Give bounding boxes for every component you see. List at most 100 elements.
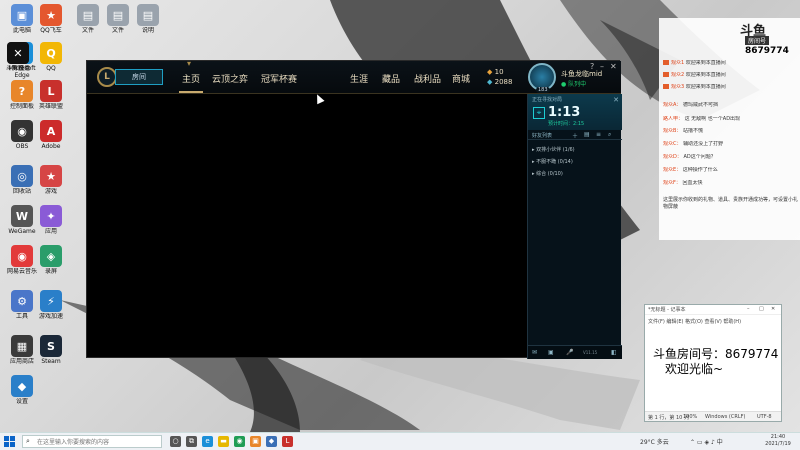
missions-icon[interactable]: ▣ bbox=[548, 349, 554, 356]
chat-text: 这种操作了什么 bbox=[682, 167, 718, 173]
chat-username[interactable]: 观众3 bbox=[671, 84, 686, 90]
desktop-icon-label: QQ飞车 bbox=[40, 27, 62, 34]
desktop-icon[interactable]: A Adobe bbox=[33, 120, 69, 157]
taskbar-app-icon[interactable]: ◆ bbox=[266, 436, 277, 447]
chat-username[interactable]: 路人甲： bbox=[663, 116, 685, 122]
nav-tft[interactable]: 云顶之弈 bbox=[212, 72, 248, 85]
add-friend-icon[interactable]: ＋ bbox=[572, 131, 578, 140]
nav-store[interactable]: 商城 bbox=[452, 72, 470, 85]
chat-username[interactable]: 观众F： bbox=[663, 180, 682, 186]
windows-start-icon[interactable] bbox=[4, 436, 15, 447]
desktop-icon[interactable]: ✕ 剪映 bbox=[0, 42, 36, 79]
desktop-icon-label: 英雄联盟 bbox=[38, 103, 63, 110]
chat-text: AD这个问题？ bbox=[683, 154, 716, 160]
friend-group[interactable]: ▸ 综合 (0/10) bbox=[532, 170, 563, 177]
nav-clash[interactable]: 冠军杯赛 bbox=[261, 72, 297, 85]
rp-balance: ◆ 10 bbox=[487, 68, 504, 76]
chat-username[interactable]: 观众B： bbox=[663, 128, 683, 134]
chat-username[interactable]: 观众C： bbox=[663, 141, 683, 147]
chat-username[interactable]: 观众1 bbox=[671, 60, 686, 66]
desktop-icon-label: 录屏 bbox=[44, 268, 57, 275]
chat-username[interactable]: 观众A： bbox=[663, 102, 683, 108]
chat-text: 辅助还没上了打野 bbox=[683, 141, 724, 147]
mic-icon[interactable]: 🎤 bbox=[566, 349, 573, 356]
notepad-menu[interactable]: 文件(F) 编辑(E) 格式(O) 查看(V) 帮助(H) bbox=[648, 318, 741, 325]
app-icon: ◈ bbox=[40, 245, 62, 267]
user-badge-icon bbox=[663, 60, 669, 65]
room-number-label: 房间号 bbox=[745, 36, 770, 45]
close-icon[interactable]: ✕ bbox=[610, 62, 617, 71]
notepad-text-line[interactable]: 欢迎光临~ bbox=[665, 360, 723, 377]
chat-username[interactable]: 观众E： bbox=[663, 167, 683, 173]
help-icon[interactable]: ? bbox=[590, 62, 594, 71]
taskbar: ⌕ ○ ⧉ e ▬ ◉ ▣ ◆ L 29°C 多云 ⌃ ▭ ◈ ♪ 中 21:40 2021/… bbox=[0, 432, 800, 450]
search-icon[interactable]: ⌕ bbox=[608, 131, 611, 139]
profile-name: 斗鱼龙临mid bbox=[561, 70, 603, 78]
minimize-icon[interactable]: – bbox=[747, 306, 750, 312]
app-icon: ✦ bbox=[40, 205, 62, 227]
search-input[interactable] bbox=[37, 437, 159, 447]
friend-group[interactable]: ▸ 双排小伙伴 (1/6) bbox=[532, 146, 575, 153]
chevron-down-icon: ▾ bbox=[187, 59, 192, 68]
notepad-title-bar: *无标题 - 记事本 – □ ✕ bbox=[645, 305, 781, 315]
close-icon[interactable]: ✕ bbox=[771, 306, 775, 312]
line-ending: Windows (CRLF) bbox=[705, 414, 746, 420]
chat-message: 观众2 欢迎来到本直播间 bbox=[663, 72, 798, 78]
chat-text: 欢迎来到本直播间 bbox=[685, 72, 726, 78]
lol-client-window: L 房间 ▾ 主页 云顶之弈 冠军杯赛 生涯 藏品 战利品 商城 ◆ 10 ◆ … bbox=[86, 59, 622, 359]
nav-home[interactable]: 主页 bbox=[182, 72, 200, 85]
friend-group[interactable]: ▸ 不服不跪 (0/14) bbox=[532, 158, 573, 165]
chat-message: 观众1 欢迎来到本直播间 bbox=[663, 60, 798, 66]
chat-username[interactable]: 观众D： bbox=[663, 154, 683, 160]
nav-profile[interactable]: 生涯 bbox=[350, 72, 368, 85]
app-icon: A bbox=[40, 120, 62, 142]
app-icon: ★ bbox=[40, 165, 62, 187]
play-button[interactable]: 房间 bbox=[115, 69, 163, 85]
app-icon: Q bbox=[40, 42, 62, 64]
app-icon: ⚡ bbox=[40, 290, 62, 312]
desktop-icon[interactable]: ✦ 应用 bbox=[33, 205, 69, 242]
taskbar-app-icon[interactable]: ▣ bbox=[250, 436, 261, 447]
taskbar-app-icon[interactable]: ▬ bbox=[218, 436, 229, 447]
desktop-icon[interactable]: ◆ 设置 bbox=[4, 375, 40, 412]
queue-target-icon: ⌖ bbox=[533, 107, 545, 119]
app-icon: ✕ bbox=[7, 42, 29, 64]
settings-icon[interactable]: ◧ bbox=[611, 349, 617, 356]
taskbar-app-icon[interactable]: ⧉ bbox=[186, 436, 197, 447]
app-icon: ▤ bbox=[107, 4, 129, 26]
clock-time: 21:40 bbox=[770, 434, 786, 440]
desktop-icon[interactable]: Q QQ bbox=[33, 42, 69, 79]
desktop-icon[interactable]: ★ 游戏 bbox=[33, 165, 69, 202]
desktop-icon-label: 应用 bbox=[44, 228, 57, 235]
folder-icon[interactable]: ▤ bbox=[584, 131, 590, 138]
chat-message: 观众A： 德玛威武不可挡 bbox=[663, 102, 798, 108]
desktop-icon[interactable]: ⚡ 游戏加速 bbox=[33, 290, 69, 327]
app-icon: ◆ bbox=[11, 375, 33, 397]
app-icon: ▤ bbox=[77, 4, 99, 26]
taskbar-app-icon[interactable]: e bbox=[202, 436, 213, 447]
desktop-icon[interactable]: ◈ 录屏 bbox=[33, 245, 69, 282]
desktop-icon-label: Adobe bbox=[41, 143, 61, 150]
system-clock[interactable]: 21:40 2021/7/19 bbox=[760, 434, 796, 448]
be-balance: ◆ 2088 bbox=[487, 78, 513, 86]
list-icon[interactable]: ≡ bbox=[596, 131, 601, 138]
weather-widget[interactable]: 29°C 多云 bbox=[640, 437, 669, 446]
maximize-icon[interactable]: □ bbox=[759, 306, 764, 312]
mail-icon[interactable]: ✉ bbox=[532, 349, 537, 356]
chat-text: 欢迎来到本直播间 bbox=[685, 60, 726, 66]
desktop-icon[interactable]: ▤ 说明 bbox=[130, 4, 166, 41]
taskbar-app-icon[interactable]: L bbox=[282, 436, 293, 447]
cancel-queue-icon[interactable]: ✕ bbox=[613, 96, 619, 104]
taskbar-app-icon[interactable]: ○ bbox=[170, 436, 181, 447]
nav-loot[interactable]: 战利品 bbox=[414, 72, 441, 85]
queue-timer-panel: 正在寻找对局 ✕ ⌖ 1:13 预计时间：2:15 bbox=[528, 94, 622, 130]
taskbar-app-icon[interactable]: ◉ bbox=[234, 436, 245, 447]
taskbar-search[interactable]: ⌕ bbox=[22, 435, 162, 448]
desktop-icon[interactable]: L 英雄联盟 bbox=[33, 80, 69, 117]
minimize-icon[interactable]: – bbox=[600, 62, 604, 71]
tray-icons[interactable]: ⌃ ▭ ◈ ♪ 中 bbox=[690, 437, 723, 446]
desktop-icon[interactable]: S Steam bbox=[33, 335, 69, 372]
chat-username[interactable]: 观众2 bbox=[671, 72, 686, 78]
nav-collection[interactable]: 藏品 bbox=[382, 72, 400, 85]
desktop-icon[interactable]: ★ QQ飞车 bbox=[33, 4, 69, 41]
